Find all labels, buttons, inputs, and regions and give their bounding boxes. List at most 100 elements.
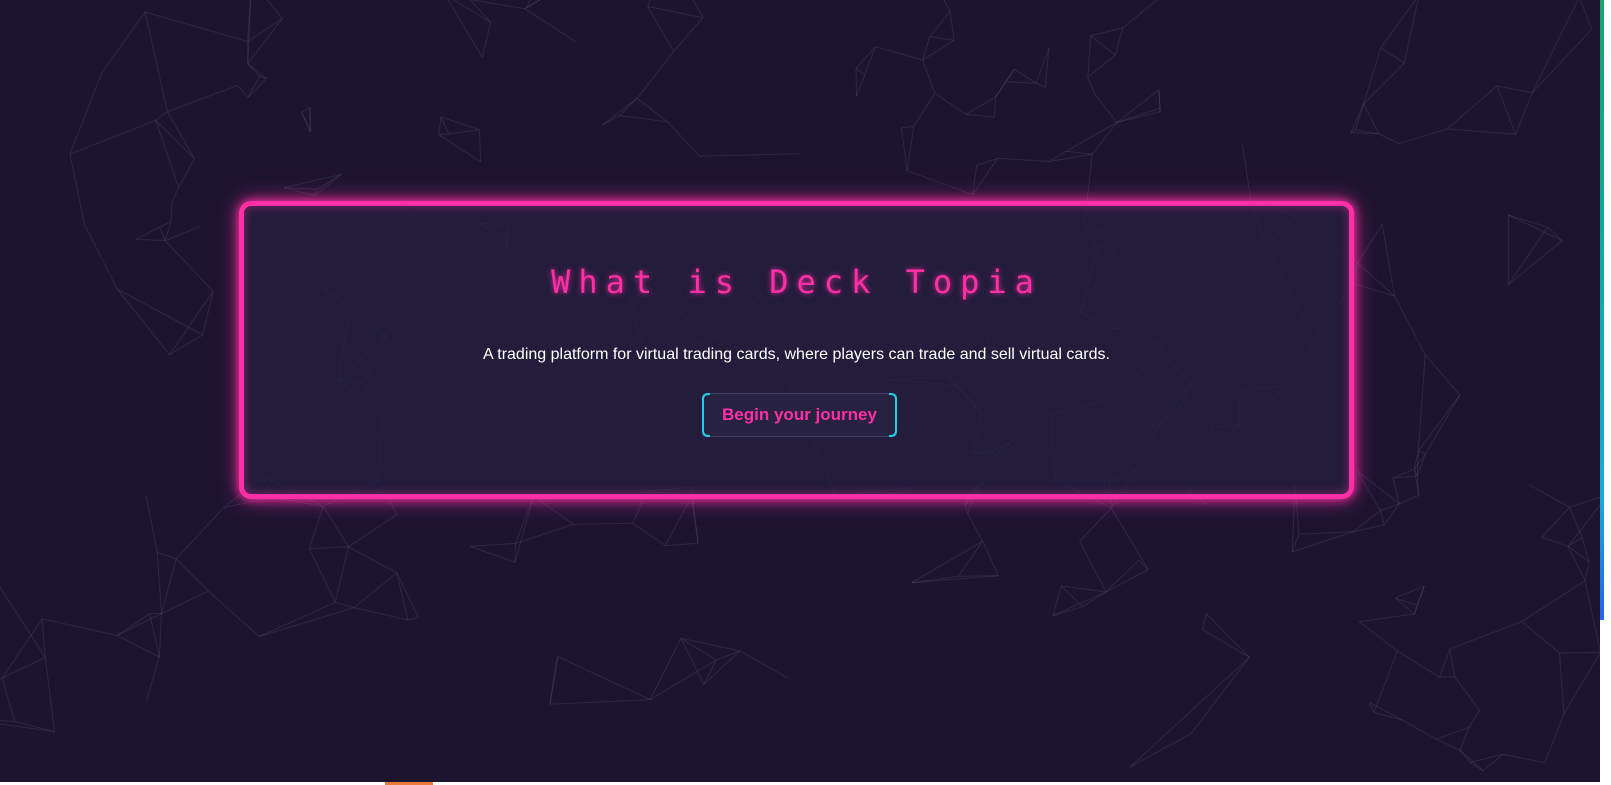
mesh-line xyxy=(1416,453,1427,476)
mesh-line xyxy=(170,201,173,222)
mesh-line xyxy=(301,107,311,113)
mesh-line xyxy=(164,240,214,292)
mesh-line xyxy=(1357,262,1395,297)
mesh-line xyxy=(1439,648,1451,678)
hero-card: What is Deck Topia A trading platform fo… xyxy=(239,201,1354,499)
mesh-line xyxy=(1468,710,1481,728)
mesh-line xyxy=(171,187,180,203)
mesh-line xyxy=(1035,82,1046,88)
mesh-line xyxy=(136,238,166,242)
mesh-line xyxy=(353,572,398,608)
mesh-line xyxy=(448,129,480,135)
mesh-line xyxy=(515,495,535,544)
mesh-line xyxy=(44,657,56,732)
mesh-line xyxy=(993,97,997,118)
mesh-line xyxy=(1116,107,1161,123)
mesh-line xyxy=(524,8,577,43)
mesh-line xyxy=(237,85,249,98)
mesh-line xyxy=(1395,597,1418,606)
mesh-line xyxy=(1394,597,1415,615)
mesh-line xyxy=(1114,27,1124,56)
mesh-line xyxy=(1496,85,1533,94)
mesh-line xyxy=(175,558,209,592)
mesh-line xyxy=(1357,224,1383,264)
mesh-line xyxy=(1418,450,1426,454)
mesh-line xyxy=(440,116,480,131)
mesh-line xyxy=(316,173,342,190)
mesh-line xyxy=(665,542,699,547)
mesh-line xyxy=(247,18,283,64)
mesh-line xyxy=(1521,621,1560,654)
mesh-line xyxy=(875,46,923,61)
mesh-line xyxy=(1052,585,1062,616)
mesh-line xyxy=(524,0,541,10)
mesh-line xyxy=(1005,81,1037,84)
mesh-line xyxy=(864,46,876,75)
mesh-line xyxy=(1373,650,1398,713)
mesh-line xyxy=(438,133,449,136)
mesh-line xyxy=(1496,85,1517,135)
mesh-line xyxy=(1087,76,1096,95)
mesh-line xyxy=(1105,569,1149,593)
mesh-line xyxy=(175,507,225,560)
mesh-line xyxy=(680,637,741,652)
mesh-line xyxy=(156,552,162,614)
mesh-line xyxy=(348,513,398,548)
mesh-line xyxy=(1350,103,1365,133)
mesh-line xyxy=(161,558,177,614)
mesh-line xyxy=(0,586,46,658)
mesh-line xyxy=(1399,494,1419,505)
mesh-line xyxy=(247,17,283,42)
mesh-line xyxy=(901,125,914,129)
mesh-line xyxy=(1559,651,1600,654)
mesh-line xyxy=(83,223,118,290)
mesh-line xyxy=(900,127,908,171)
mesh-line xyxy=(1079,541,1107,593)
mesh-line xyxy=(949,11,955,41)
mesh-line xyxy=(1129,656,1250,768)
mesh-line xyxy=(1090,35,1116,56)
mesh-line xyxy=(1060,585,1083,608)
mesh-line xyxy=(207,590,260,637)
mesh-line xyxy=(1567,537,1583,547)
mesh-line xyxy=(1569,496,1600,508)
mesh-line xyxy=(922,59,936,94)
mesh-line xyxy=(1544,713,1565,763)
mesh-line xyxy=(1424,354,1461,396)
mesh-line xyxy=(69,119,156,155)
mesh-line xyxy=(116,288,203,336)
begin-journey-button[interactable]: Begin your journey xyxy=(702,393,897,437)
mesh-line xyxy=(1202,613,1207,630)
mesh-line xyxy=(1449,621,1522,650)
mesh-line xyxy=(1380,47,1405,64)
mesh-line xyxy=(1190,656,1250,735)
mesh-line xyxy=(167,85,238,113)
mesh-line xyxy=(334,546,349,603)
mesh-line xyxy=(1567,545,1586,581)
mesh-line xyxy=(1507,226,1549,285)
mesh-line xyxy=(1079,507,1112,542)
page-background: What is Deck Topia A trading platform fo… xyxy=(0,0,1600,782)
mesh-line xyxy=(1356,470,1400,505)
hero-title: What is Deck Topia xyxy=(551,263,1042,301)
mesh-line xyxy=(1,677,16,722)
mesh-line xyxy=(573,522,633,525)
mesh-line xyxy=(1373,712,1403,721)
mesh-line xyxy=(1380,510,1385,526)
mesh-line xyxy=(855,67,866,76)
mesh-line xyxy=(1110,507,1149,570)
mesh-line xyxy=(1122,0,1158,29)
mesh-line xyxy=(469,0,526,10)
mesh-line xyxy=(1090,27,1123,37)
mesh-line xyxy=(396,572,419,618)
mesh-line xyxy=(982,540,999,577)
mesh-line xyxy=(348,546,397,574)
mesh-line xyxy=(354,607,409,621)
mesh-line xyxy=(481,22,492,58)
mesh-line xyxy=(41,618,46,658)
window-accent-strip xyxy=(1600,0,1604,620)
mesh-line xyxy=(308,506,324,549)
mesh-line xyxy=(1528,483,1570,508)
mesh-line xyxy=(995,69,1015,98)
mesh-line xyxy=(1584,580,1600,653)
